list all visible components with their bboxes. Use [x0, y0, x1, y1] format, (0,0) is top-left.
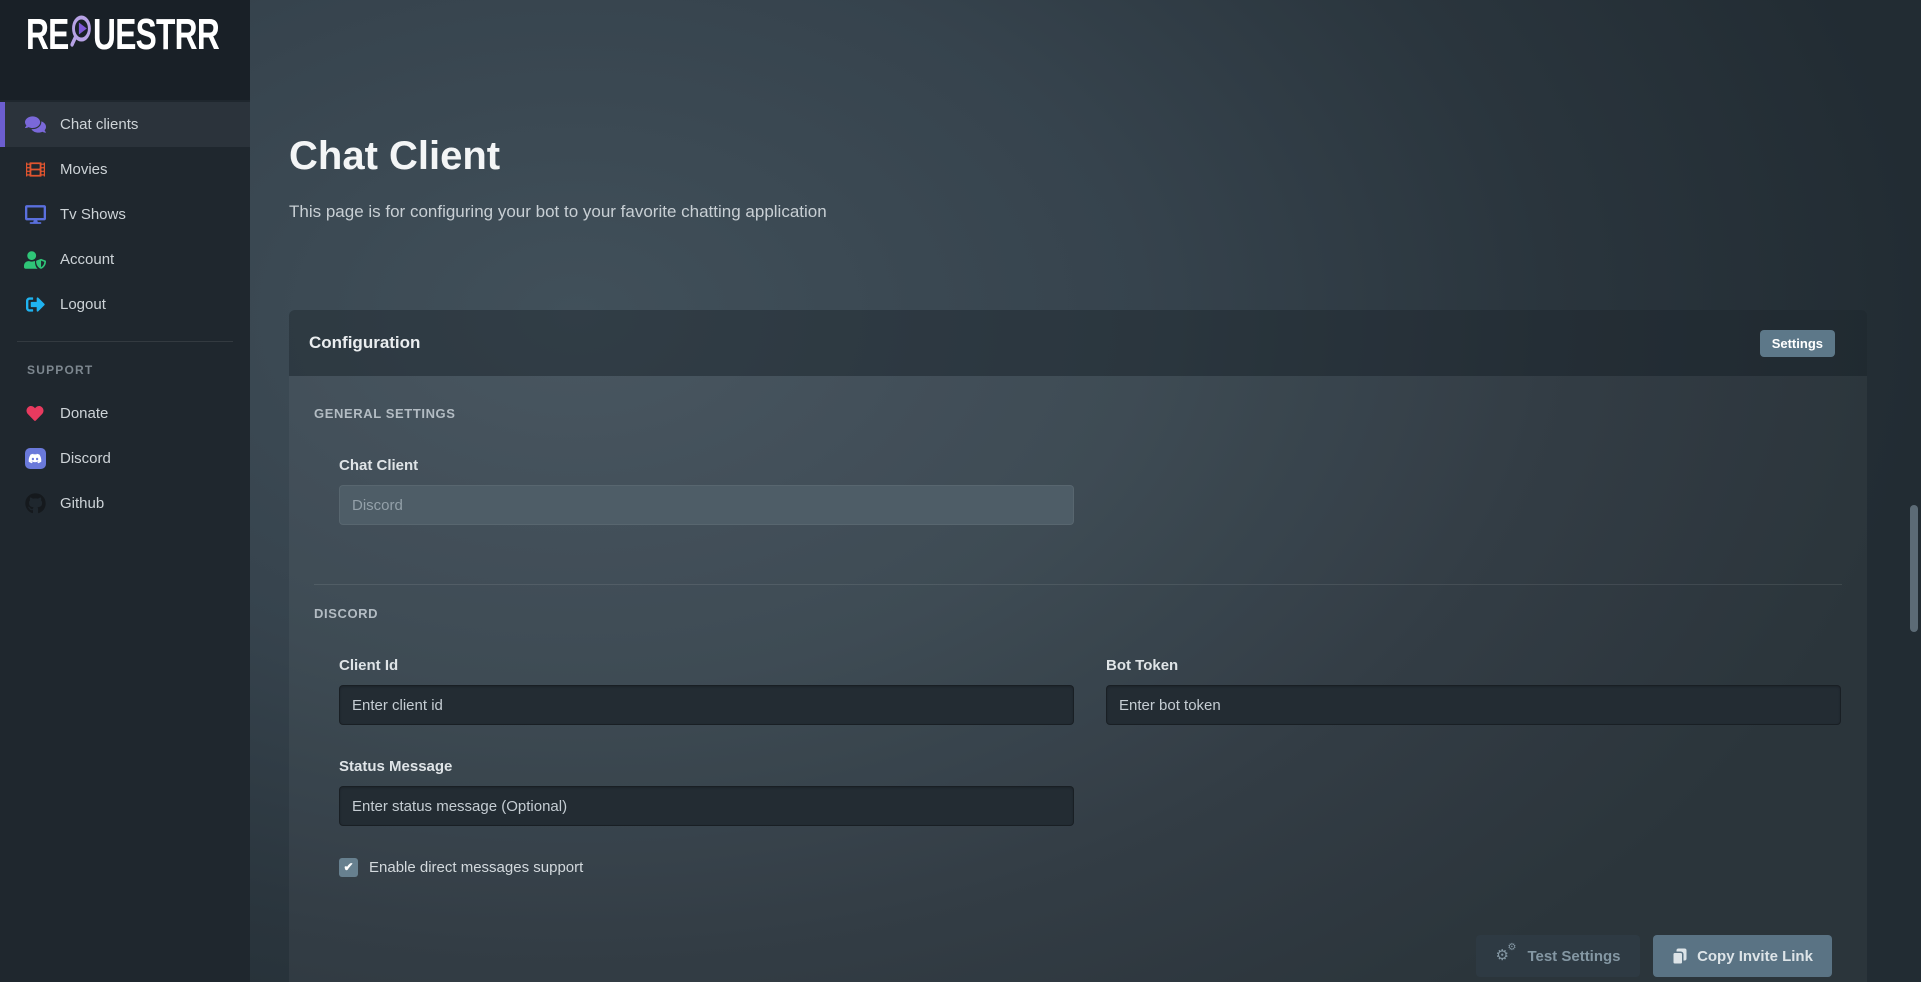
- sidebar-item-label: Tv Shows: [60, 206, 126, 223]
- cogs-icon: ⚙⚙: [1495, 946, 1517, 966]
- card-body: GENERAL SETTINGS Chat Client DISCORD Cli…: [289, 376, 1867, 877]
- status-message-input[interactable]: [339, 786, 1074, 826]
- sidebar-item-label: Chat clients: [60, 116, 138, 133]
- dm-support-label: Enable direct messages support: [369, 859, 583, 876]
- vertical-scrollbar-thumb[interactable]: [1910, 505, 1918, 632]
- logo-text-post: UESTRR: [93, 13, 219, 57]
- sidebar-divider: [17, 341, 233, 342]
- sidebar-item-discord[interactable]: Discord: [0, 436, 250, 481]
- page-subtitle: This page is for configuring your bot to…: [289, 202, 827, 222]
- app-logo: RE UESTRR: [0, 0, 250, 100]
- sidebar-item-donate[interactable]: Discord Donate: [0, 391, 250, 436]
- card-header: Configuration Settings: [289, 310, 1867, 376]
- sidebar-item-label: Account: [60, 251, 114, 268]
- test-settings-label: Test Settings: [1527, 948, 1620, 965]
- copy-icon: [1672, 948, 1687, 965]
- bot-token-input[interactable]: [1106, 685, 1841, 725]
- sign-out-icon: [23, 295, 47, 314]
- magnifier-play-icon: [70, 13, 92, 57]
- card-title: Configuration: [309, 333, 420, 353]
- tv-icon: [23, 205, 47, 224]
- client-id-input[interactable]: [339, 685, 1074, 725]
- chat-client-input[interactable]: [339, 485, 1074, 525]
- section-divider: [314, 584, 1842, 585]
- film-icon: [23, 160, 47, 179]
- sidebar-item-label: Discord: [60, 450, 111, 467]
- settings-button[interactable]: Settings: [1760, 330, 1835, 357]
- sidebar-nav: Chat clients Movies Tv Shows Account Log…: [0, 100, 250, 526]
- configuration-card: Configuration Settings GENERAL SETTINGS …: [289, 310, 1867, 982]
- discord-heading: DISCORD: [314, 606, 1842, 621]
- dm-support-row: Enable direct messages support: [339, 858, 1842, 877]
- sidebar-item-label: Movies: [60, 161, 108, 178]
- copy-invite-link-button[interactable]: Copy Invite Link: [1653, 935, 1832, 977]
- user-shield-icon: [23, 251, 47, 269]
- sidebar-item-chat-clients[interactable]: Chat clients: [0, 102, 250, 147]
- sidebar: RE UESTRR Chat clients Movies: [0, 0, 250, 982]
- dm-support-checkbox[interactable]: [339, 858, 358, 877]
- bot-token-label: Bot Token: [1106, 656, 1841, 675]
- heart-icon: [23, 405, 47, 422]
- logo-text-pre: RE: [26, 13, 69, 57]
- comments-icon: [23, 115, 47, 134]
- github-icon: [23, 493, 47, 514]
- sidebar-item-github[interactable]: Github: [0, 481, 250, 526]
- sidebar-item-label: Logout: [60, 296, 106, 313]
- chat-client-label: Chat Client: [339, 456, 1842, 475]
- sidebar-item-logout[interactable]: Logout: [0, 282, 250, 327]
- sidebar-item-movies[interactable]: Movies: [0, 147, 250, 192]
- test-settings-button[interactable]: ⚙⚙ Test Settings: [1476, 935, 1640, 977]
- copy-invite-link-label: Copy Invite Link: [1697, 948, 1813, 965]
- status-message-label: Status Message: [339, 757, 1842, 776]
- discord-icon: [23, 448, 47, 469]
- client-id-label: Client Id: [339, 656, 1074, 675]
- page-title: Chat Client: [289, 134, 500, 179]
- sidebar-item-label: Donate: [60, 405, 108, 422]
- sidebar-item-label: Github: [60, 495, 104, 512]
- sidebar-item-tv-shows[interactable]: Tv Shows: [0, 192, 250, 237]
- sidebar-support-heading: SUPPORT: [0, 363, 250, 377]
- general-settings-heading: GENERAL SETTINGS: [314, 406, 1842, 421]
- sidebar-item-account[interactable]: Account: [0, 237, 250, 282]
